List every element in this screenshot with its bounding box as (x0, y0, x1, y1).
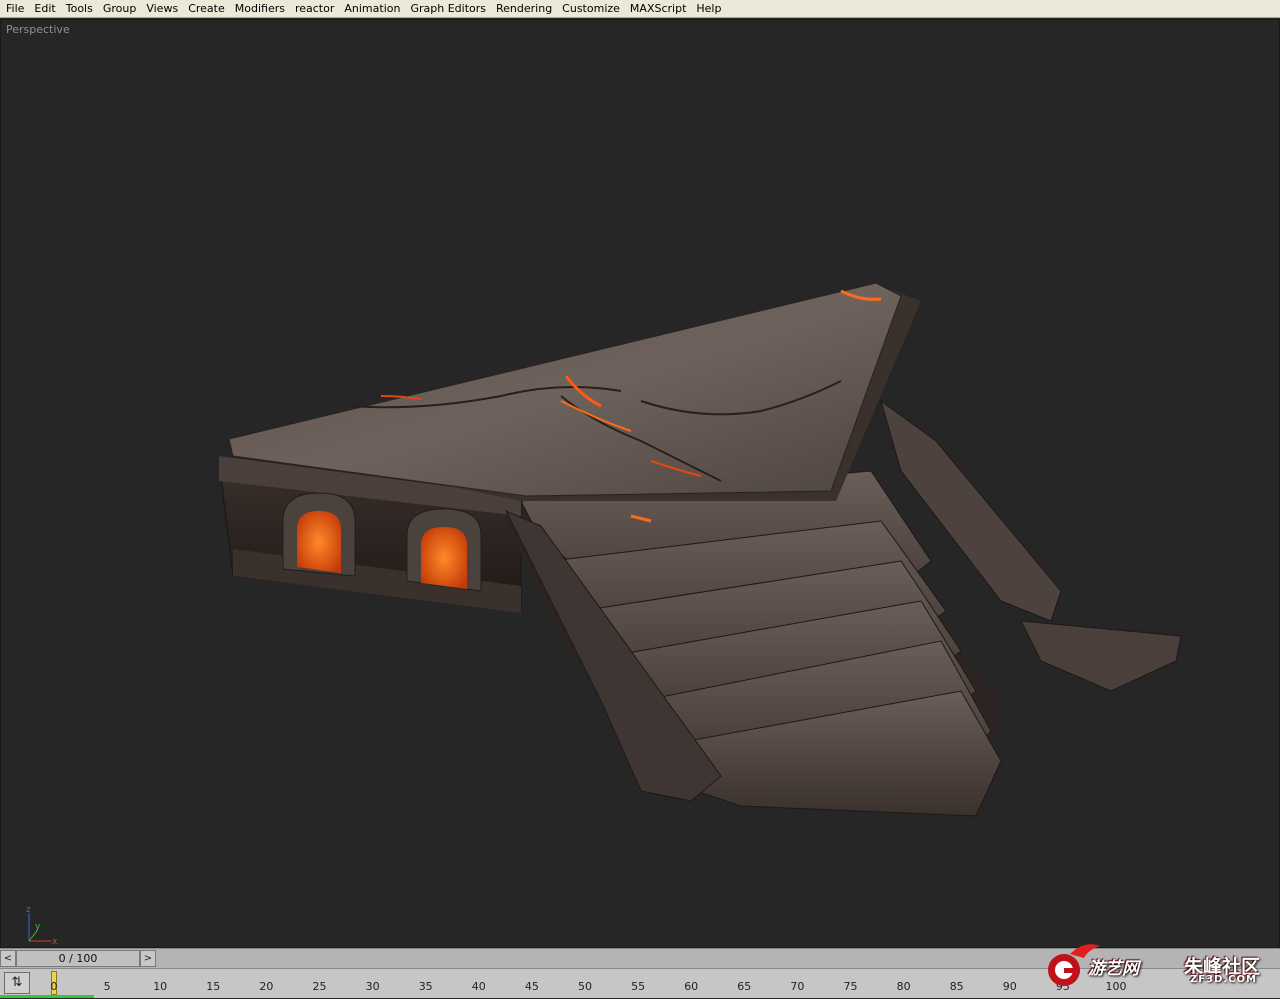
timeline-tick-label: 40 (471, 980, 486, 993)
menu-item-edit[interactable]: Edit (30, 1, 61, 17)
glowing-door-right (406, 508, 482, 592)
timeline-tick-label: 30 (365, 980, 380, 993)
axis-x-label: x (52, 937, 58, 947)
menu-item-file[interactable]: File (2, 1, 30, 17)
timeline-tick-label: 90 (1002, 980, 1017, 993)
menu-item-tools[interactable]: Tools (62, 1, 99, 17)
axis-z-label: z (26, 905, 31, 915)
watermark-text-url: ZF3D.COM (1190, 974, 1257, 985)
timeline-tick-label: 50 (578, 980, 592, 993)
timeline-tick-label: 25 (312, 980, 327, 993)
axis-gizmo: z y x (23, 905, 63, 947)
timeline-tick-label: 10 (153, 980, 168, 993)
time-slider-next-button[interactable]: > (140, 950, 156, 967)
timeline-tick-label: 55 (631, 980, 646, 993)
timeline-tick-label: 85 (949, 980, 964, 993)
axis-y-label: y (35, 922, 41, 932)
timeline-tick-label: 70 (790, 980, 805, 993)
menu-item-reactor[interactable]: reactor (291, 1, 340, 17)
watermark-text-youyi: 游艺网 (1088, 959, 1139, 979)
time-slider-thumb[interactable]: 0 / 100 (16, 950, 140, 967)
key-mode-icon[interactable]: ⇅ (4, 972, 30, 994)
timeline-tick-label: 80 (896, 980, 911, 993)
menu-bar: File Edit Tools Group Views Create Modifiers re… (0, 0, 1280, 18)
menu-item-rendering[interactable]: Rendering (492, 1, 558, 17)
time-slider-prev-button[interactable]: < (0, 950, 16, 967)
menu-item-create[interactable]: Create (184, 1, 231, 17)
menu-item-views[interactable]: Views (142, 1, 184, 17)
menu-item-modifiers[interactable]: Modifiers (231, 1, 291, 17)
timeline-tick-label: 45 (524, 980, 539, 993)
timeline-tick-label: 75 (843, 980, 858, 993)
glowing-door-left (282, 492, 356, 577)
menu-item-maxscript[interactable]: MAXScript (626, 1, 692, 17)
timeline-tick-label: 65 (737, 980, 752, 993)
menu-item-group[interactable]: Group (99, 1, 143, 17)
timeline-tick-label: 15 (206, 980, 221, 993)
timeline-tick-label: 35 (418, 980, 433, 993)
menu-item-graph-editors[interactable]: Graph Editors (406, 1, 492, 17)
lava-temple-model (218, 282, 1182, 817)
perspective-viewport[interactable]: Perspective z y x (0, 19, 1280, 948)
menu-item-customize[interactable]: Customize (558, 1, 626, 17)
timeline-tick-label: 5 (103, 980, 111, 993)
menu-item-animation[interactable]: Animation (340, 1, 406, 17)
timeline-tick-label: 20 (259, 980, 274, 993)
timeline-tick-label: 0 (50, 980, 58, 993)
timeline-tick-label: 60 (684, 980, 699, 993)
watermark-logo: 游艺网 朱峰社区 ZF3D.COM (1040, 938, 1276, 996)
menu-item-help[interactable]: Help (692, 1, 727, 17)
